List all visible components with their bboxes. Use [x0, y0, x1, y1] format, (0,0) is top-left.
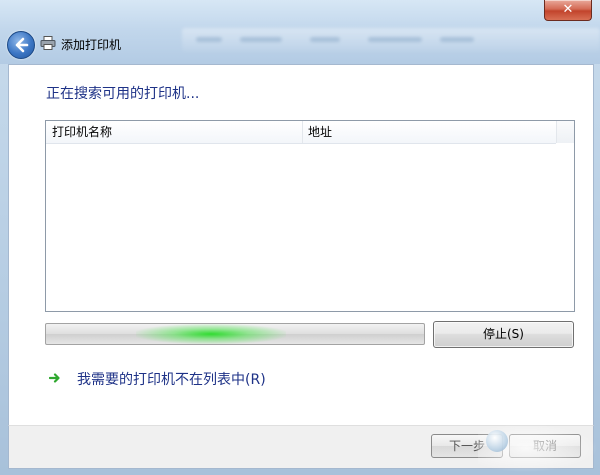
blurred-address-bar	[182, 28, 600, 52]
column-header-printer-name[interactable]: 打印机名称	[46, 121, 303, 143]
column-header-address[interactable]: 地址	[302, 121, 559, 143]
search-progress-bar	[45, 323, 425, 345]
close-icon: ✕	[562, 2, 574, 17]
list-header: 打印机名称 地址	[46, 121, 559, 144]
back-arrow-icon	[15, 37, 29, 53]
window-title: 添加打印机	[61, 38, 122, 52]
close-button[interactable]: ✕	[544, 0, 592, 21]
stop-button[interactable]: 停止(S)	[433, 321, 574, 348]
printer-not-listed-label[interactable]: 我需要的打印机不在列表中(R)	[77, 369, 266, 389]
back-button[interactable]	[7, 31, 35, 59]
printer-icon	[40, 36, 56, 50]
watermark-globe-icon	[486, 430, 508, 452]
green-arrow-icon	[49, 373, 60, 383]
header-scroll-corner	[556, 121, 574, 143]
progress-glow	[136, 324, 286, 344]
dialog-content: 正在搜索可用的打印机... 打印机名称 地址 停止(S) 我需要的打印机不在列表…	[8, 64, 594, 426]
printer-list[interactable]: 打印机名称 地址	[45, 120, 575, 312]
page-heading: 正在搜索可用的打印机...	[46, 86, 200, 102]
